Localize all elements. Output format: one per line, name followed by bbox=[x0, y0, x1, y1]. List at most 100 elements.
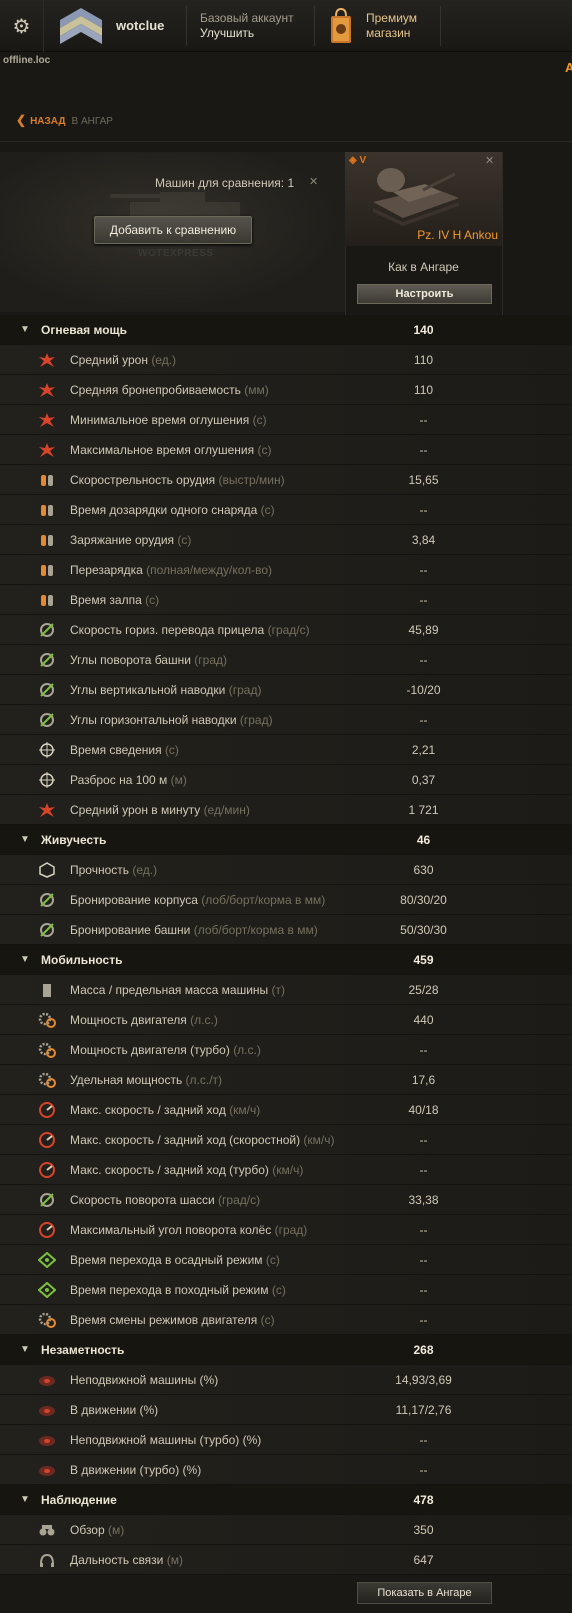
stat-label: Скорострельность орудия (выстр/мин) bbox=[70, 473, 285, 487]
section-header[interactable]: ▼ Живучесть 46 bbox=[0, 825, 572, 855]
stat-label-text: Углы горизонтальной наводки bbox=[70, 713, 237, 727]
stat-label: Средняя бронепробиваемость (мм) bbox=[70, 383, 269, 397]
stat-row: Мощность двигателя (л.с.) 440 bbox=[0, 1005, 572, 1035]
camo-stationary-icon bbox=[38, 1372, 56, 1388]
stun-max-icon bbox=[38, 442, 56, 458]
stat-value: -- bbox=[419, 1223, 428, 1237]
stat-value: -- bbox=[419, 413, 428, 427]
travel-mode-icon bbox=[37, 1281, 57, 1299]
section-header[interactable]: ▼ Огневая мощь 140 bbox=[0, 315, 572, 345]
speed-fast-icon bbox=[38, 1132, 56, 1148]
section-header[interactable]: ▼ Незаметность 268 bbox=[0, 1335, 572, 1365]
stat-row: Макс. скорость / задний ход (скоростной)… bbox=[0, 1125, 572, 1155]
clip-reload-icon bbox=[38, 562, 56, 578]
stat-label-text: Перезарядка bbox=[70, 563, 143, 577]
compare-count: Машин для сравнения: 1 bbox=[155, 176, 295, 190]
stat-value: 14,93/3,69 bbox=[395, 1373, 452, 1387]
stat-value: 1 721 bbox=[408, 803, 439, 817]
stat-row: Разброс на 100 м (м) 0,37 bbox=[0, 765, 572, 795]
camo-moving-icon bbox=[38, 1402, 56, 1418]
stat-unit: (с) bbox=[252, 413, 267, 427]
stat-row: Макс. скорость / задний ход (турбо) (км/… bbox=[0, 1155, 572, 1185]
stat-label-text: Неподвижной машины (турбо) (%) bbox=[70, 1433, 262, 1447]
stat-unit: (ед/мин) bbox=[203, 803, 250, 817]
stat-unit: (м) bbox=[170, 773, 187, 787]
stat-value: -- bbox=[419, 1043, 428, 1057]
stat-unit: (град) bbox=[228, 683, 262, 697]
stat-value: 630 bbox=[413, 863, 434, 877]
stat-unit: (ед.) bbox=[151, 353, 177, 367]
collapse-triangle-icon[interactable]: ▼ bbox=[20, 324, 30, 335]
stat-row: Перезарядка (полная/между/кол-во) -- bbox=[0, 555, 572, 585]
collapse-triangle-icon[interactable]: ▼ bbox=[20, 1344, 30, 1355]
stat-unit: (выстр/мин) bbox=[218, 473, 285, 487]
settings-gear-icon[interactable]: ⚙ bbox=[0, 0, 44, 52]
configure-button[interactable]: Настроить bbox=[357, 284, 492, 304]
stat-unit: (с) bbox=[271, 1283, 286, 1297]
stat-unit: (с) bbox=[164, 743, 179, 757]
back-button[interactable]: ❮ НАЗАД В АНГАР bbox=[16, 113, 113, 127]
stat-unit: (ед.) bbox=[132, 863, 158, 877]
dpm-icon bbox=[38, 802, 56, 818]
stat-label: Средний урон (ед.) bbox=[70, 353, 176, 367]
collapse-triangle-icon[interactable]: ▼ bbox=[20, 834, 30, 845]
divider bbox=[0, 141, 572, 142]
stat-label: Обзор (м) bbox=[70, 1523, 124, 1537]
stat-label: Мощность двигателя (л.с.) bbox=[70, 1013, 218, 1027]
stat-value: 11,17/2,76 bbox=[395, 1403, 452, 1417]
divider bbox=[314, 6, 315, 46]
stat-unit: (м) bbox=[166, 1553, 183, 1567]
stat-label-text: В движении (турбо) (%) bbox=[70, 1463, 202, 1477]
stat-label-text: Скорость поворота шасси bbox=[70, 1193, 215, 1207]
section-value: 268 bbox=[413, 1343, 434, 1357]
collapse-triangle-icon[interactable]: ▼ bbox=[20, 1494, 30, 1505]
stat-row: Средний урон (ед.) 110 bbox=[0, 345, 572, 375]
upgrade-link[interactable]: Улучшить bbox=[200, 26, 294, 41]
dispersion-icon bbox=[38, 772, 56, 788]
clear-compare-close-icon[interactable]: ✕ bbox=[309, 175, 318, 188]
shop-label-line1: Премиум bbox=[366, 11, 418, 25]
username[interactable]: wotclue bbox=[116, 18, 164, 33]
stat-label-text: Удельная мощность bbox=[70, 1073, 183, 1087]
weight-icon bbox=[38, 982, 56, 998]
hitpoints-icon bbox=[38, 862, 56, 878]
account-status[interactable]: Базовый аккаунт Улучшить bbox=[200, 11, 294, 41]
section-title: Незаметность bbox=[41, 1343, 125, 1357]
stat-label-text: Дальность связи bbox=[70, 1553, 164, 1567]
stat-label-text: Макс. скорость / задний ход (турбо) bbox=[70, 1163, 269, 1177]
tank-card[interactable]: ◈ V ✕ Pz. IV H Ankou bbox=[345, 152, 502, 246]
collapse-triangle-icon[interactable]: ▼ bbox=[20, 954, 30, 965]
section-header[interactable]: ▼ Наблюдение 478 bbox=[0, 1485, 572, 1515]
stat-row: Прочность (ед.) 630 bbox=[0, 855, 572, 885]
stat-label: Скорость поворота шасси (град/с) bbox=[70, 1193, 260, 1207]
stat-value: 33,38 bbox=[408, 1193, 439, 1207]
stat-label: Неподвижной машины (турбо) (%) bbox=[70, 1433, 261, 1447]
remove-tank-close-icon[interactable]: ✕ bbox=[485, 154, 494, 167]
section-header[interactable]: ▼ Мобильность 459 bbox=[0, 945, 572, 975]
stat-unit: (град/с) bbox=[267, 623, 310, 637]
back-label: НАЗАД bbox=[30, 116, 66, 127]
section-value: 140 bbox=[413, 323, 434, 337]
stat-row: Скорость гориз. перевода прицела (град/с… bbox=[0, 615, 572, 645]
stat-unit: (град) bbox=[194, 653, 227, 667]
damage-icon bbox=[38, 352, 56, 368]
stat-label: Время перехода в походный режим (с) bbox=[70, 1283, 286, 1297]
hull-traverse-icon bbox=[38, 1192, 56, 1208]
stat-label: Углы поворота башни (град) bbox=[70, 653, 227, 667]
stat-label: Углы вертикальной наводки (град) bbox=[70, 683, 261, 697]
stat-value: 40/18 bbox=[408, 1103, 439, 1117]
stat-label: Макс. скорость / задний ход (скоростной)… bbox=[70, 1133, 335, 1147]
premium-shop-button[interactable]: Премиум магазин bbox=[326, 4, 440, 48]
stat-label-text: Неподвижной машины (%) bbox=[70, 1373, 219, 1387]
traverse-speed-icon bbox=[38, 622, 56, 638]
stat-unit: (л.с./т) bbox=[185, 1073, 223, 1087]
aim-time-icon bbox=[38, 742, 56, 758]
stat-label: Дальность связи (м) bbox=[70, 1553, 183, 1567]
stat-value: -- bbox=[419, 1163, 428, 1177]
show-in-hangar-button[interactable]: Показать в Ангаре bbox=[357, 1582, 492, 1604]
stat-unit: (град) bbox=[274, 1223, 308, 1237]
stat-label-text: Масса / предельная масса машины bbox=[70, 983, 269, 997]
stat-label-text: Мощность двигателя (турбо) bbox=[70, 1043, 230, 1057]
add-to-compare-button[interactable]: Добавить к сравнению bbox=[94, 216, 252, 244]
elevation-icon bbox=[38, 682, 56, 698]
